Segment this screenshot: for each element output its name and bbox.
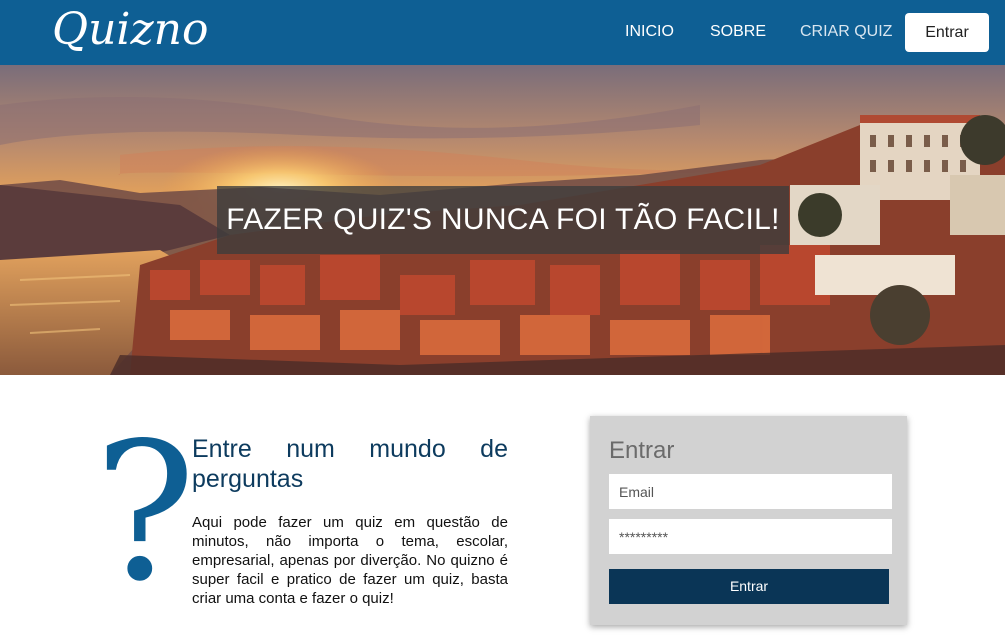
header-login-button[interactable]: Entrar — [905, 13, 989, 52]
nav-criar-quiz[interactable]: CRIAR QUIZ — [800, 23, 892, 41]
question-mark-icon: ? — [94, 402, 196, 623]
hero-banner: FAZER QUIZ'S NUNCA FOI TÃO FACIL! — [0, 65, 1005, 375]
intro-title-line-2: perguntas — [192, 465, 304, 493]
nav-sobre[interactable]: SOBRE — [710, 23, 766, 41]
logo[interactable]: Quizno — [52, 4, 209, 56]
intro-title-line-1: Entre num mundo de — [192, 435, 508, 463]
email-field[interactable] — [609, 474, 892, 509]
intro-title: Entre num mundo de perguntas — [192, 434, 508, 494]
login-card: Entrar Entrar — [590, 416, 907, 625]
hero-title: FAZER QUIZ'S NUNCA FOI TÃO FACIL! — [226, 203, 780, 236]
top-navbar: Quizno INICIO SOBRE CRIAR QUIZ Entrar — [0, 0, 1005, 65]
nav-inicio[interactable]: INICIO — [625, 23, 674, 41]
login-title: Entrar — [609, 437, 675, 464]
login-submit-button[interactable]: Entrar — [609, 569, 889, 604]
password-field[interactable] — [609, 519, 892, 554]
hero-title-box: FAZER QUIZ'S NUNCA FOI TÃO FACIL! — [217, 186, 789, 254]
intro-text: Aqui pode fazer um quiz em questão de mi… — [192, 514, 508, 607]
